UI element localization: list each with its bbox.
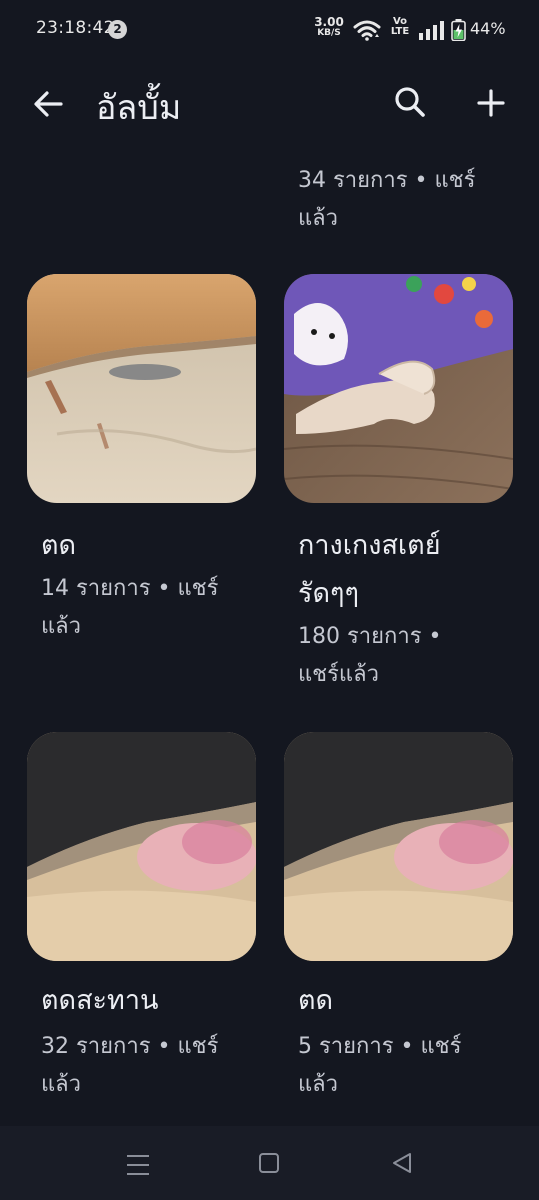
album-meta-line: แล้ว: [41, 614, 82, 639]
pink-object-under-cloth-photo: [27, 732, 256, 961]
album-name: ตดสะทาน: [41, 985, 159, 1016]
menu-lines-icon: [127, 1155, 149, 1175]
album-thumbnail[interactable]: [27, 274, 256, 503]
volte-bottom-label: LTE: [390, 26, 410, 37]
notification-count-badge: 2: [108, 20, 127, 39]
album-meta-line: แล้ว: [41, 1072, 82, 1097]
triangle-back-icon: [393, 1153, 411, 1173]
arrow-left-icon: [34, 91, 63, 117]
sand-under-fabric-photo: [27, 274, 256, 503]
back-button[interactable]: [28, 84, 68, 124]
album-meta-line: 14 รายการ • แชร์: [41, 576, 219, 601]
square-icon: [259, 1153, 279, 1173]
album-meta-line: แล้ว: [298, 1072, 339, 1097]
album-name: กางเกงสเตย์: [298, 530, 441, 561]
album-meta-line: 180 รายการ •: [298, 624, 442, 649]
album-thumbnail[interactable]: [284, 274, 513, 503]
album-name: ตด: [41, 530, 77, 561]
network-speed-unit: KB/S: [317, 28, 341, 38]
system-back-button[interactable]: [391, 1152, 413, 1178]
recents-button[interactable]: [126, 1154, 150, 1180]
album-meta-line: แชร์แล้ว: [298, 662, 379, 687]
page-title: อัลบั้ม: [96, 88, 182, 128]
network-speed: 3.00 KB/S: [309, 15, 349, 39]
system-navigation-bar: [0, 1126, 539, 1200]
wifi-icon: [353, 19, 381, 45]
album-meta-line: 5 รายการ • แชร์: [298, 1034, 462, 1059]
volte-indicator: Vo LTE: [388, 17, 412, 37]
status-time: 23:18:42: [36, 18, 115, 38]
status-bar: 23:18:42 2 3.00 KB/S Vo LTE 44%: [0, 0, 539, 58]
album-name: รัดๆๆ: [298, 578, 360, 609]
battery-charging-icon: [451, 19, 466, 45]
album-meta-line: 34 รายการ • แชร์: [298, 168, 476, 193]
album-meta-line: 32 รายการ • แชร์: [41, 1034, 219, 1059]
toy-on-wood-photo: [284, 274, 513, 503]
album-thumbnail[interactable]: [27, 732, 256, 961]
app-bar: อัลบั้ม: [0, 58, 539, 148]
pink-object-under-cloth-photo: [284, 732, 513, 961]
album-name: ตด: [298, 985, 334, 1016]
search-button[interactable]: [390, 82, 430, 122]
album-meta-line: แล้ว: [298, 206, 339, 231]
search-icon: [395, 87, 425, 117]
network-speed-value: 3.00: [314, 15, 344, 29]
battery-percentage: 44%: [470, 19, 506, 38]
album-thumbnail[interactable]: [284, 732, 513, 961]
plus-icon: [477, 89, 505, 117]
home-button[interactable]: [258, 1152, 280, 1178]
signal-strength-icon: [418, 20, 444, 44]
add-album-button[interactable]: [470, 82, 512, 124]
